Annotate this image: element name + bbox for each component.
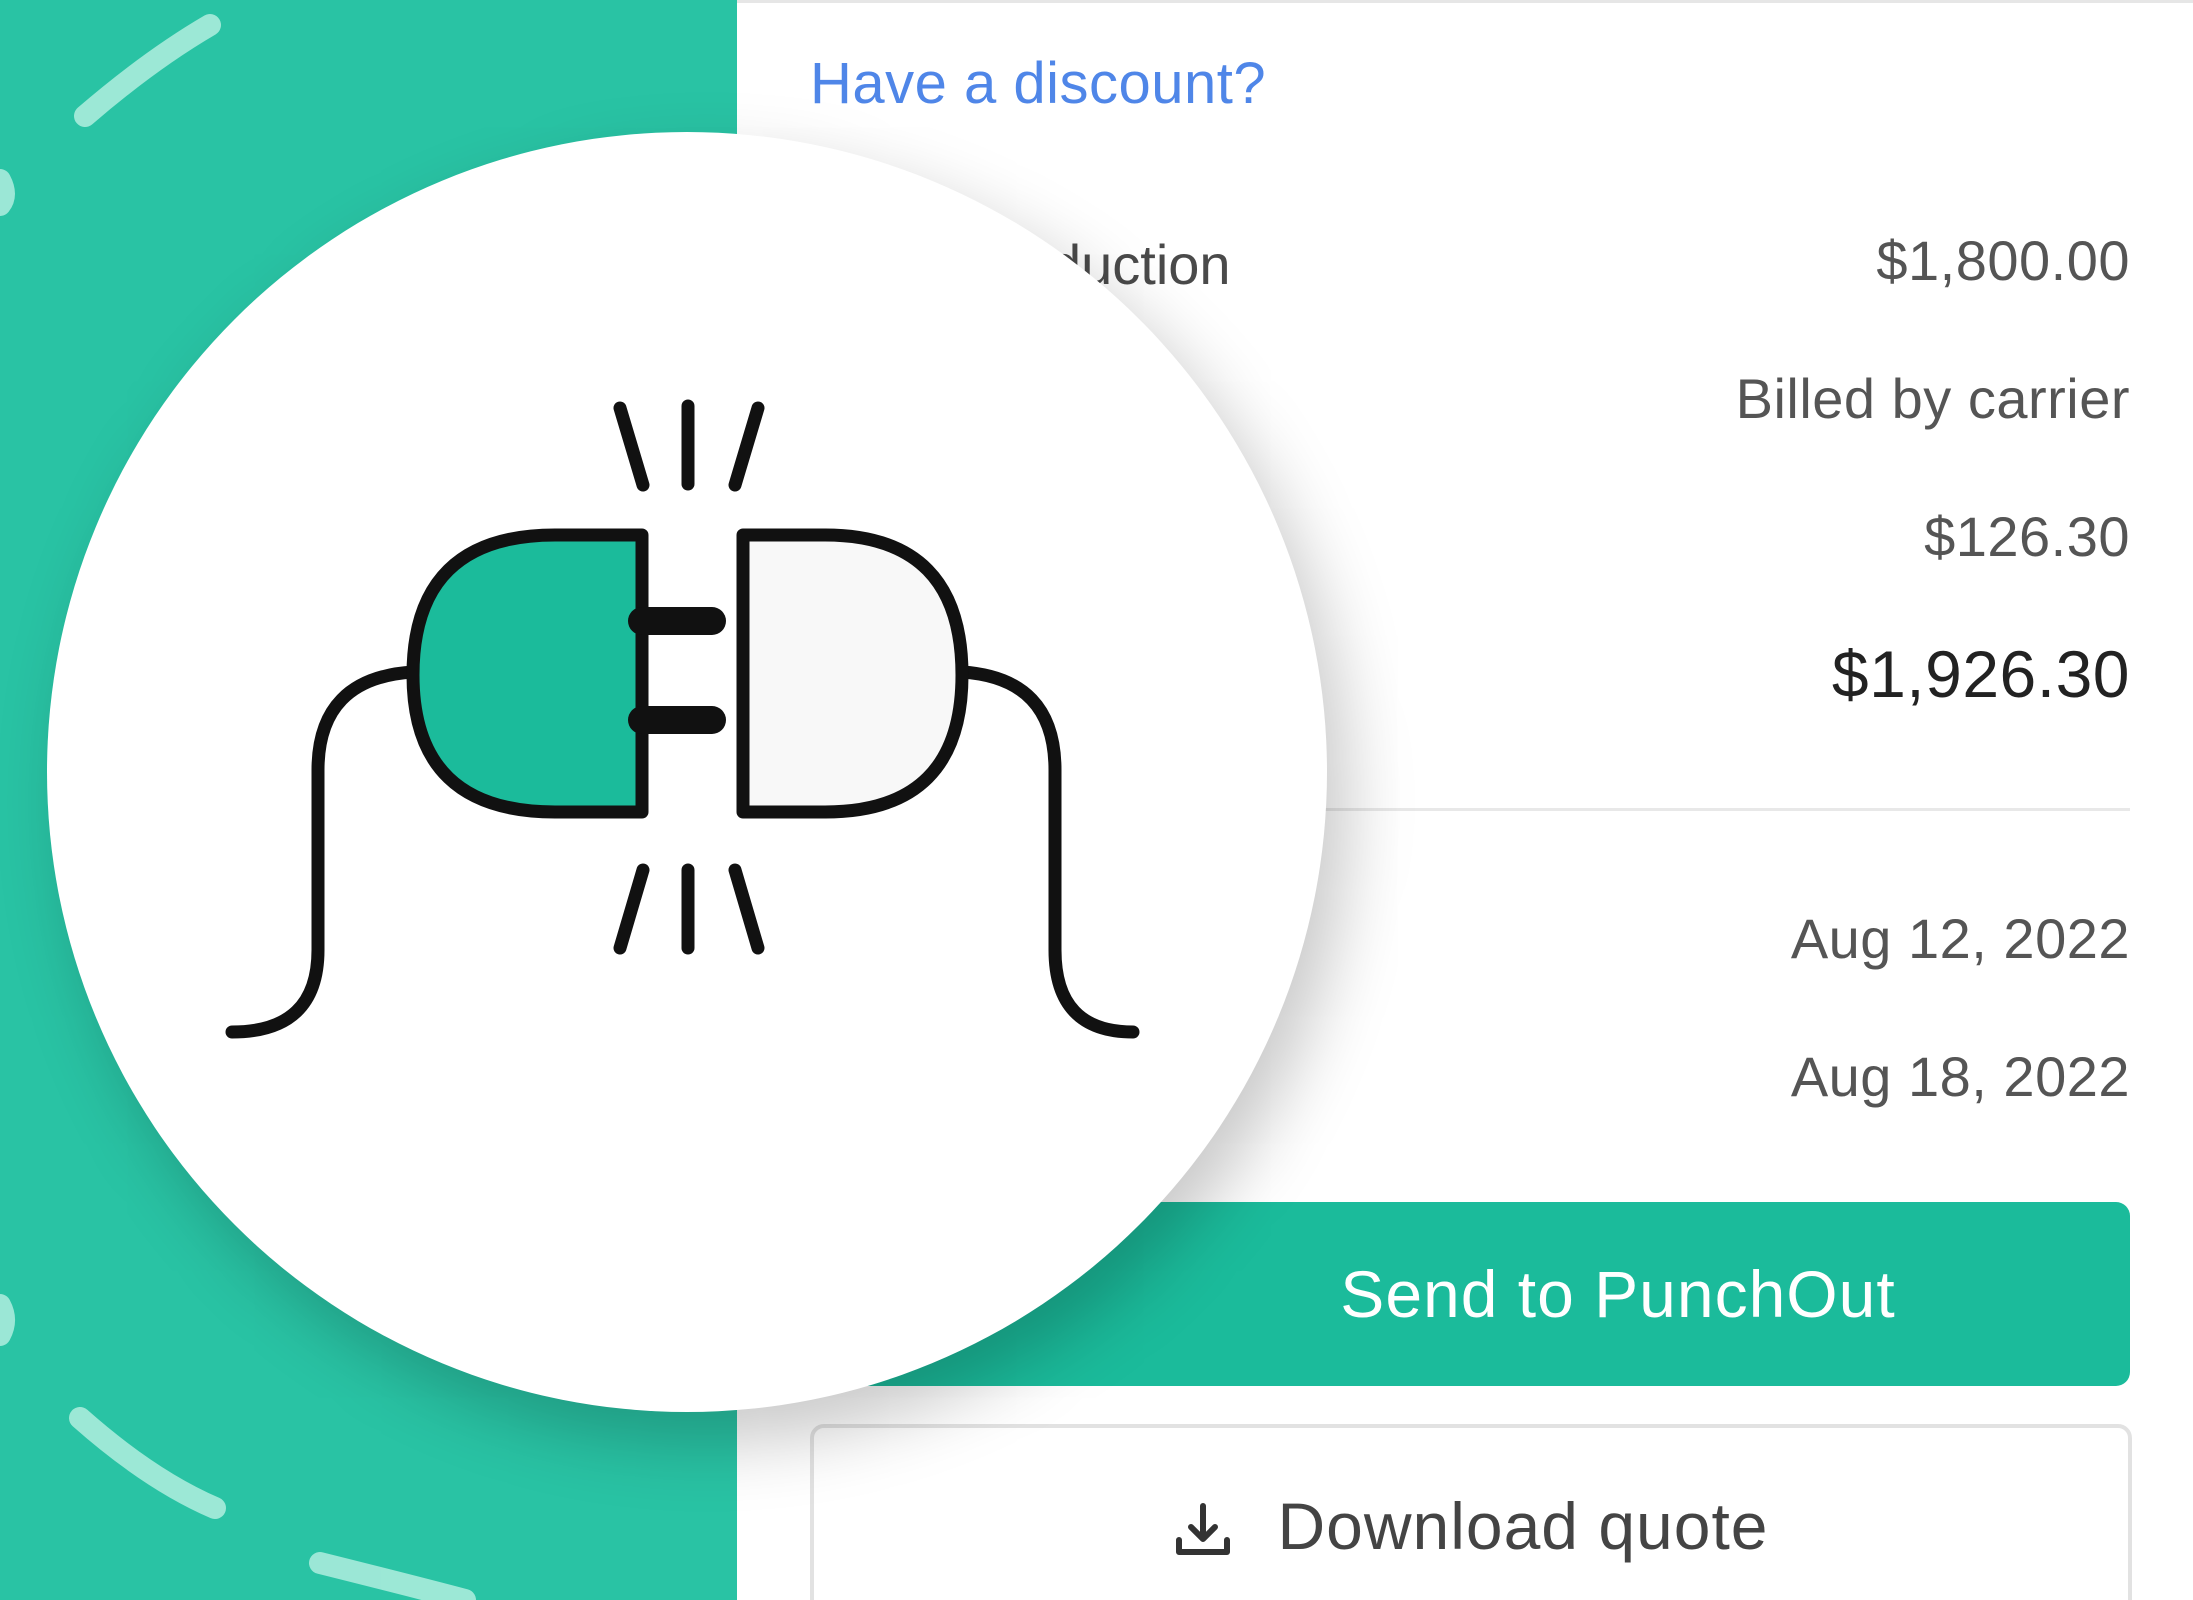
download-quote-label: Download quote [1277, 1489, 1769, 1563]
download-icon [1176, 1503, 1231, 1555]
download-quote-button[interactable]: Download quote [810, 1424, 2132, 1600]
illustration-circle [47, 132, 1327, 1412]
shipping-amount: Billed by carrier [1735, 367, 2130, 430]
delivery-date: Aug 18, 2022 [1790, 1045, 2130, 1108]
discount-link[interactable]: Have a discount? [810, 50, 1266, 117]
production-amount: $1,800.00 [1876, 229, 2130, 292]
unplugged-plugs-icon [225, 399, 1140, 1039]
ship-date: Aug 12, 2022 [1790, 907, 2130, 970]
punchout-promo-screen: Have a discount? duction $1,800.00 Bille… [0, 0, 2193, 1600]
summary-divider [1280, 808, 2130, 811]
send-to-punchout-label: Send to PunchOut [1340, 1257, 1896, 1331]
tax-amount: $126.30 [1924, 505, 2130, 568]
total-amount: $1,926.30 [1831, 637, 2130, 711]
